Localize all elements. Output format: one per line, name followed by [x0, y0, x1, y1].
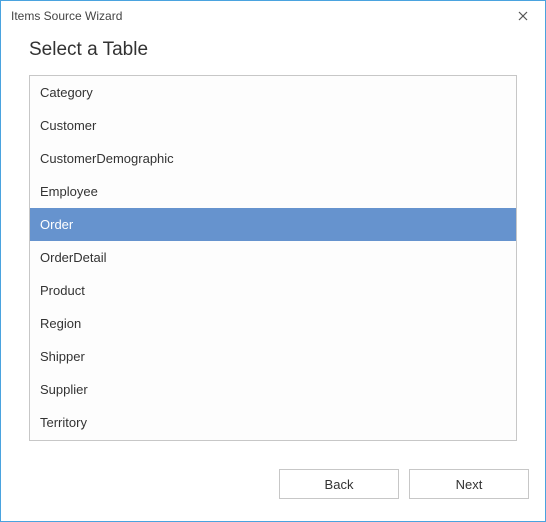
page-heading: Select a Table [29, 39, 517, 61]
list-item[interactable]: Category [30, 76, 516, 109]
close-button[interactable] [511, 4, 535, 28]
list-item[interactable]: Region [30, 307, 516, 340]
list-item[interactable]: OrderDetail [30, 241, 516, 274]
close-icon [518, 11, 528, 21]
footer: Back Next [1, 459, 545, 521]
next-button[interactable]: Next [409, 469, 529, 499]
window-title: Items Source Wizard [11, 9, 511, 23]
content-area: Select a Table CategoryCustomerCustomerD… [1, 31, 545, 459]
list-item[interactable]: Employee [30, 175, 516, 208]
list-item[interactable]: Product [30, 274, 516, 307]
titlebar: Items Source Wizard [1, 1, 545, 31]
list-item[interactable]: Territory [30, 406, 516, 439]
list-item[interactable]: Customer [30, 109, 516, 142]
table-listbox[interactable]: CategoryCustomerCustomerDemographicEmplo… [29, 75, 517, 441]
list-item[interactable]: Order [30, 208, 516, 241]
wizard-window: Items Source Wizard Select a Table Categ… [0, 0, 546, 522]
list-item[interactable]: Supplier [30, 373, 516, 406]
back-button[interactable]: Back [279, 469, 399, 499]
list-item[interactable]: Shipper [30, 340, 516, 373]
list-item[interactable]: CustomerDemographic [30, 142, 516, 175]
